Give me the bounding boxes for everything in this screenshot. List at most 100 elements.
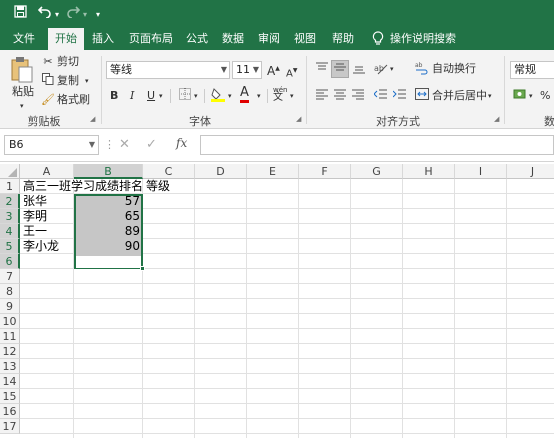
chevron-down-icon[interactable]: ▼	[221, 62, 227, 78]
underline-dropdown-icon[interactable]: ▾	[159, 88, 163, 104]
insert-function-button[interactable]: fx	[176, 136, 187, 150]
active-cell-b6[interactable]	[76, 256, 141, 268]
cell-a4[interactable]: 王一	[20, 224, 74, 239]
number-format-combo[interactable]: 常规	[510, 61, 554, 79]
tab-file[interactable]: 文件	[8, 28, 40, 50]
undo-icon[interactable]	[37, 5, 52, 23]
cut-icon[interactable]: ✂	[40, 54, 56, 70]
increase-font-button[interactable]: A▲	[267, 61, 280, 79]
column-header-i[interactable]: I	[455, 164, 507, 179]
cancel-icon[interactable]: ✕	[119, 137, 130, 152]
paste-dropdown-icon[interactable]: ▾	[20, 98, 24, 114]
orientation-dropdown-icon[interactable]: ▾	[390, 61, 394, 77]
wrap-text-icon[interactable]: ab	[414, 61, 430, 77]
percent-button[interactable]: %	[540, 88, 550, 104]
row-header-1[interactable]: 1	[0, 179, 20, 194]
increase-indent-icon[interactable]	[391, 88, 407, 104]
column-header-c[interactable]: C	[143, 164, 195, 179]
orientation-icon[interactable]: ab	[373, 61, 389, 77]
font-color-dropdown-icon[interactable]: ▾	[257, 88, 261, 104]
format-painter-icon[interactable]: 🖌	[40, 92, 56, 108]
chevron-down-icon[interactable]: ▼	[89, 136, 95, 154]
fill-color-icon[interactable]	[210, 87, 226, 103]
phonetic-button[interactable]: wén 文	[273, 86, 287, 103]
decrease-font-button[interactable]: A▼	[286, 63, 297, 82]
row-header-6[interactable]: 6	[0, 254, 20, 269]
undo-dropdown-icon[interactable]: ▾	[55, 7, 59, 23]
tab-help[interactable]: 帮助	[328, 28, 358, 50]
align-bottom-icon[interactable]	[351, 62, 367, 78]
customize-qat-icon[interactable]: ▾	[96, 7, 100, 23]
font-size-combo[interactable]: 11 ▼	[232, 61, 262, 79]
fill-color-dropdown-icon[interactable]: ▾	[228, 88, 232, 104]
cell-a3[interactable]: 李明	[20, 209, 74, 224]
column-header-b[interactable]: B	[74, 164, 143, 179]
tab-home[interactable]: 开始	[48, 28, 84, 50]
merge-center-icon[interactable]	[414, 88, 430, 104]
copy-icon[interactable]	[40, 73, 56, 89]
italic-button[interactable]: I	[130, 88, 134, 104]
enter-icon[interactable]: ✓	[146, 137, 157, 152]
column-header-j[interactable]: J	[507, 164, 554, 179]
redo-icon[interactable]	[66, 5, 81, 23]
column-header-e[interactable]: E	[247, 164, 299, 179]
accounting-format-icon[interactable]	[512, 87, 528, 103]
cell-b5[interactable]: 90	[74, 239, 143, 254]
column-header-a[interactable]: A	[20, 164, 74, 179]
column-header-f[interactable]: F	[299, 164, 351, 179]
align-left-icon[interactable]	[314, 88, 330, 104]
row-header-11[interactable]: 11	[0, 329, 20, 344]
select-all-corner[interactable]	[0, 164, 20, 179]
borders-icon[interactable]	[177, 88, 193, 104]
wrap-text-button[interactable]: 自动换行	[432, 61, 476, 77]
cell-c1[interactable]: 等级	[143, 179, 195, 194]
formula-input[interactable]	[200, 135, 554, 155]
name-box[interactable]: B6 ▼	[4, 135, 99, 155]
row-header-7[interactable]: 7	[0, 269, 20, 284]
fill-handle[interactable]	[140, 266, 145, 271]
borders-dropdown-icon[interactable]: ▾	[194, 88, 198, 104]
row-header-10[interactable]: 10	[0, 314, 20, 329]
row-header-14[interactable]: 14	[0, 374, 20, 389]
underline-button[interactable]: U	[147, 88, 155, 104]
row-header-17[interactable]: 17	[0, 419, 20, 434]
row-header-3[interactable]: 3	[0, 209, 20, 224]
tab-insert[interactable]: 插入	[88, 28, 118, 50]
tab-page-layout[interactable]: 页面布局	[126, 28, 176, 50]
align-middle-icon[interactable]	[331, 60, 349, 78]
column-header-d[interactable]: D	[195, 164, 247, 179]
tell-me-search[interactable]: 操作说明搜索	[390, 28, 460, 50]
align-right-icon[interactable]	[350, 88, 366, 104]
format-painter-button[interactable]: 格式刷	[57, 92, 90, 108]
paste-icon[interactable]	[10, 56, 34, 87]
tab-formulas[interactable]: 公式	[182, 28, 212, 50]
save-icon[interactable]	[14, 5, 27, 23]
clipboard-launcher-icon[interactable]: ◢	[90, 115, 98, 123]
row-header-2[interactable]: 2	[0, 194, 20, 209]
row-header-16[interactable]: 16	[0, 404, 20, 419]
phonetic-dropdown-icon[interactable]: ▾	[290, 88, 294, 104]
chevron-down-icon[interactable]: ▼	[253, 62, 259, 78]
merge-dropdown-icon[interactable]: ▾	[488, 88, 492, 104]
align-center-icon[interactable]	[332, 88, 348, 104]
tab-review[interactable]: 审阅	[254, 28, 284, 50]
row-header-8[interactable]: 8	[0, 284, 20, 299]
row-header-13[interactable]: 13	[0, 359, 20, 374]
font-name-combo[interactable]: 等线 ▼	[106, 61, 230, 79]
font-launcher-icon[interactable]: ◢	[296, 115, 304, 123]
decrease-indent-icon[interactable]	[372, 88, 388, 104]
tab-data[interactable]: 数据	[218, 28, 248, 50]
align-top-icon[interactable]	[314, 62, 330, 78]
cell-b3[interactable]: 65	[74, 209, 143, 224]
copy-dropdown-icon[interactable]: ▾	[85, 73, 89, 89]
row-header-5[interactable]: 5	[0, 239, 20, 254]
row-header-4[interactable]: 4	[0, 224, 20, 239]
merge-center-button[interactable]: 合并后居中	[432, 88, 487, 104]
redo-dropdown-icon[interactable]: ▾	[83, 7, 87, 23]
cell-a2[interactable]: 张华	[20, 194, 74, 209]
font-color-button[interactable]: A	[240, 86, 249, 103]
alignment-launcher-icon[interactable]: ◢	[494, 115, 502, 123]
accounting-dropdown-icon[interactable]: ▾	[529, 88, 533, 104]
cell-a5[interactable]: 李小龙	[20, 239, 74, 254]
copy-button[interactable]: 复制	[57, 73, 79, 89]
